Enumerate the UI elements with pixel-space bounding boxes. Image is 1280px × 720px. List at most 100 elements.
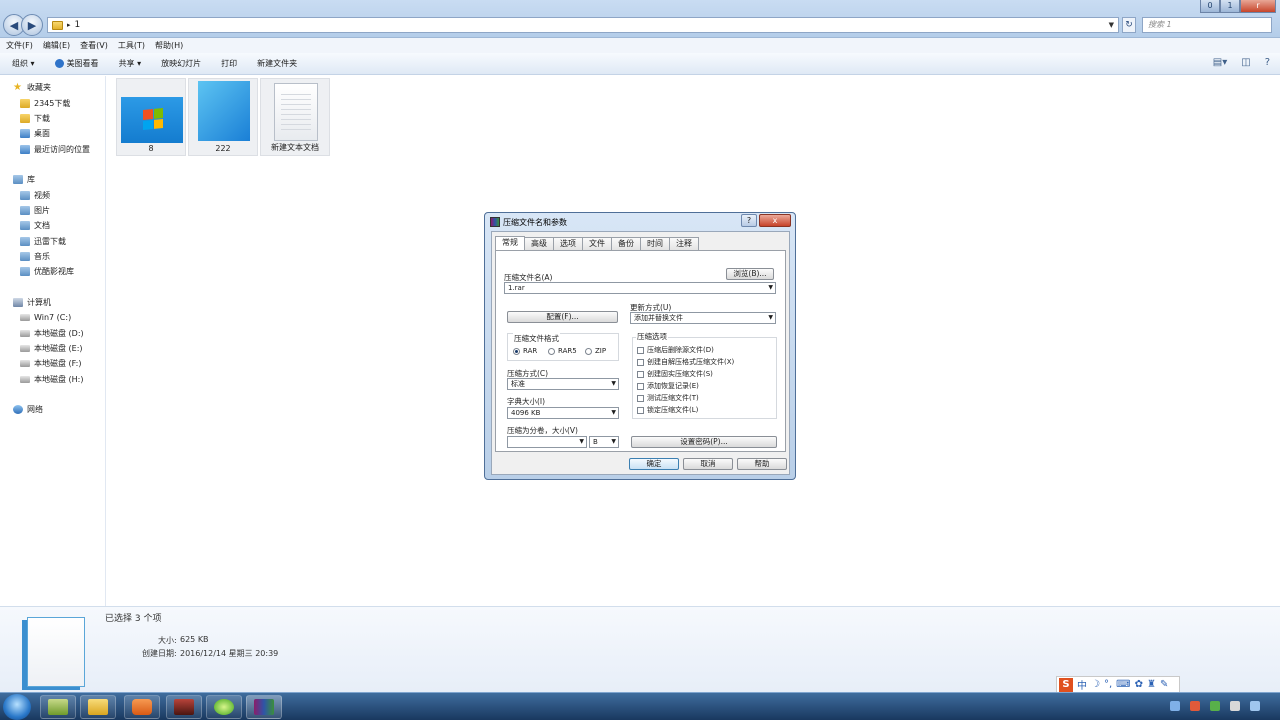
- keyboard-icon[interactable]: ⌨: [1116, 679, 1130, 690]
- lock-archive-checkbox[interactable]: 锁定压缩文件(L): [637, 405, 698, 415]
- menu-edit[interactable]: 编辑(E): [43, 40, 70, 51]
- menu-tools[interactable]: 工具(T): [118, 40, 145, 51]
- file-item-text-document[interactable]: 新建文本文档: [260, 78, 330, 156]
- checkbox-label: 锁定压缩文件(L): [647, 406, 699, 414]
- nav-item-drive-h[interactable]: 本地磁盘 (H:): [0, 372, 105, 387]
- help-icon[interactable]: ?: [1265, 57, 1270, 68]
- ime-mode-toggle[interactable]: 中: [1077, 677, 1087, 692]
- tab-time[interactable]: 时间: [640, 237, 670, 250]
- delete-after-checkbox[interactable]: 压缩后删除源文件(D): [637, 345, 714, 355]
- view-options-icon[interactable]: ▤▾: [1213, 57, 1227, 68]
- format-rar-radio[interactable]: RAR: [513, 347, 537, 355]
- file-item-8[interactable]: 8: [116, 78, 186, 156]
- nav-item-downloads[interactable]: 下载: [0, 111, 105, 126]
- tray-volume-icon[interactable]: [1230, 701, 1240, 711]
- nav-item-recent-places[interactable]: 最近访问的位置: [0, 142, 105, 157]
- menu-view[interactable]: 查看(V): [80, 40, 108, 51]
- skin-icon[interactable]: ✿: [1135, 679, 1143, 690]
- tab-backup[interactable]: 备份: [611, 237, 641, 250]
- nav-item-youku[interactable]: 优酷影视库: [0, 264, 105, 279]
- nav-item-2345-download[interactable]: 2345下载: [0, 95, 105, 110]
- archive-name-input[interactable]: 1.rar ▼: [504, 282, 776, 294]
- wrench-icon[interactable]: ✎: [1160, 679, 1168, 690]
- nav-computer[interactable]: 计算机: [0, 295, 105, 310]
- minimize-button[interactable]: 0: [1200, 0, 1220, 13]
- size-value: 625 KB: [180, 635, 209, 644]
- cancel-button[interactable]: 取消: [683, 458, 733, 470]
- organize-button[interactable]: 组织 ▾: [12, 58, 35, 69]
- chevron-down-icon[interactable]: ▼: [1109, 21, 1114, 29]
- nav-favorites[interactable]: ★ 收藏夹: [0, 80, 105, 95]
- sfx-checkbox[interactable]: 创建自解压格式压缩文件(X): [637, 357, 734, 367]
- taskbar-app-explorer[interactable]: [80, 695, 116, 719]
- taskbar-app-video[interactable]: [166, 695, 202, 719]
- close-button[interactable]: r: [1240, 0, 1276, 13]
- nav-item-drive-f[interactable]: 本地磁盘 (F:): [0, 356, 105, 371]
- set-password-button[interactable]: 设置密码(P)...: [631, 436, 777, 448]
- format-rar5-radio[interactable]: RAR5: [548, 347, 577, 355]
- solid-checkbox[interactable]: 创建固实压缩文件(S): [637, 369, 713, 379]
- taskbar-app-winrar[interactable]: [246, 695, 282, 719]
- test-archive-checkbox[interactable]: 测试压缩文件(T): [637, 393, 699, 403]
- dialog-help-button[interactable]: ?: [741, 214, 757, 227]
- nav-item-documents[interactable]: 文档: [0, 218, 105, 233]
- print-button[interactable]: 打印: [221, 58, 237, 69]
- tab-files[interactable]: 文件: [582, 237, 612, 250]
- tab-options[interactable]: 选项: [553, 237, 583, 250]
- update-mode-select[interactable]: 添加并替换文件 ▼: [630, 312, 776, 324]
- recovery-record-checkbox[interactable]: 添加恢复记录(E): [637, 381, 699, 391]
- dict-size-value: 4096 KB: [511, 409, 541, 417]
- tab-comment[interactable]: 注释: [669, 237, 699, 250]
- tray-network-icon[interactable]: [1170, 701, 1180, 711]
- nav-network[interactable]: 网络: [0, 402, 105, 417]
- dict-size-select[interactable]: 4096 KB ▼: [507, 407, 619, 419]
- slideshow-button[interactable]: 放映幻灯片: [161, 58, 201, 69]
- tab-advanced[interactable]: 高级: [524, 237, 554, 250]
- dialog-close-button[interactable]: x: [759, 214, 791, 227]
- format-zip-radio[interactable]: ZIP: [585, 347, 606, 355]
- tray-display-icon[interactable]: [1250, 701, 1260, 711]
- tray-app-icon[interactable]: [1210, 701, 1220, 711]
- nav-item-thunder-download[interactable]: 迅雷下载: [0, 234, 105, 249]
- nav-library[interactable]: 库: [0, 172, 105, 187]
- system-tray: [1170, 701, 1260, 711]
- help-button[interactable]: 帮助: [737, 458, 787, 470]
- taskbar-app-folder[interactable]: [40, 695, 76, 719]
- forward-button[interactable]: ▶: [21, 14, 43, 36]
- tray-flag-icon[interactable]: [1190, 701, 1200, 711]
- nav-item-pictures[interactable]: 图片: [0, 203, 105, 218]
- menu-help[interactable]: 帮助(H): [155, 40, 183, 51]
- share-button[interactable]: 共享 ▾: [119, 58, 142, 69]
- address-bar[interactable]: ▸ 1 ▼: [47, 17, 1119, 33]
- sogou-icon[interactable]: S: [1059, 677, 1073, 692]
- maximize-button[interactable]: 1: [1220, 0, 1240, 13]
- profiles-button[interactable]: 配置(F)...: [507, 311, 618, 323]
- nav-item-desktop[interactable]: 桌面: [0, 126, 105, 141]
- shirt-icon[interactable]: ♜: [1147, 679, 1156, 690]
- nav-item-videos[interactable]: 视频: [0, 187, 105, 202]
- menu-file[interactable]: 文件(F): [6, 40, 33, 51]
- method-select[interactable]: 标准 ▼: [507, 378, 619, 390]
- punctuation-icon[interactable]: °,: [1104, 679, 1112, 690]
- new-folder-button[interactable]: 新建文件夹: [257, 58, 297, 69]
- checkbox-icon: [637, 406, 644, 414]
- split-unit-select[interactable]: B ▼: [589, 436, 619, 448]
- taskbar-app-browser[interactable]: [206, 695, 242, 719]
- nav-item-drive-d[interactable]: 本地磁盘 (D:): [0, 325, 105, 340]
- nav-item-drive-e[interactable]: 本地磁盘 (E:): [0, 341, 105, 356]
- split-size-input[interactable]: ▼: [507, 436, 587, 448]
- taskbar-app-presentation[interactable]: [124, 695, 160, 719]
- radio-label: RAR5: [558, 347, 577, 355]
- file-item-222[interactable]: 222: [188, 78, 258, 156]
- moon-icon[interactable]: ☽: [1091, 679, 1100, 690]
- preview-pane-icon[interactable]: ◫: [1241, 57, 1250, 68]
- file-label: 新建文本文档: [271, 143, 319, 152]
- meitu-button[interactable]: 美图看看: [54, 58, 99, 69]
- nav-item-music[interactable]: 音乐: [0, 249, 105, 264]
- start-button[interactable]: [3, 694, 31, 720]
- command-toolbar: 组织 ▾ 美图看看 共享 ▾ 放映幻灯片 打印 新建文件夹 ▤▾ ◫ ?: [0, 53, 1280, 75]
- tab-general[interactable]: 常规: [495, 236, 525, 250]
- nav-item-drive-c[interactable]: Win7 (C:): [0, 310, 105, 325]
- browse-button[interactable]: 浏览(B)...: [726, 268, 774, 280]
- ok-button[interactable]: 确定: [629, 458, 679, 470]
